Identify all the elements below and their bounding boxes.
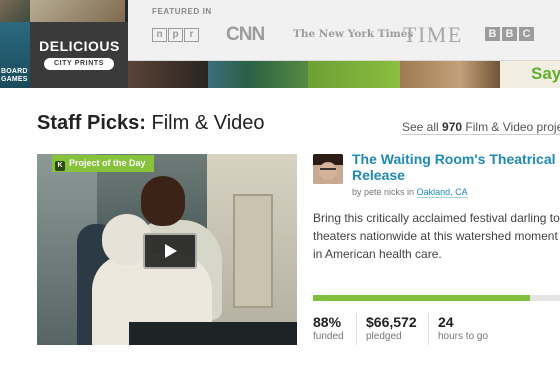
category-label: Film & Video [151,112,265,134]
bbc-logo: B B C [485,27,534,41]
delicious-title: DELICIOUS [39,38,120,54]
funding-progress-bar [313,295,560,301]
bbc-letter: B [502,27,517,41]
stat-pledged: $66,572 pledged [366,314,417,342]
hours-value: 24 [438,314,454,330]
stat-divider [428,313,429,345]
byline-prefix: by pete nicks in [352,187,415,197]
nyt-logo: The New York Times [293,28,414,40]
featured-in-label: FEATURED IN [152,7,212,16]
say-text: Say [531,64,560,83]
funding-progress-fill [313,295,531,301]
banner-tile-photo[interactable] [400,60,500,88]
location-link[interactable]: Oakland, CA [416,187,468,198]
see-all-count: 970 [442,120,463,134]
banner-tile-illustration[interactable] [308,60,400,88]
badge-label: Project of the Day [69,158,146,168]
pledged-value: $66,572 [366,314,417,330]
play-button[interactable] [143,233,197,269]
banner-tile-illustration[interactable] [208,60,308,88]
hours-label: hours to go [438,331,489,342]
play-icon [165,244,177,258]
board-text-line-1: BOARD [1,68,28,75]
kickstarter-k-icon: K [55,161,65,171]
npr-logo: n p r [152,28,199,42]
featured-banner: BOARD GAMES DELICIOUS CITY PRINTS Say FE… [0,0,560,88]
project-byline: by pete nicks in Oakland, CA [352,187,468,198]
funded-label: funded [313,331,344,342]
npr-letter: r [184,28,199,42]
see-all-link[interactable]: See all 970 Film & Video projects [402,120,560,135]
staff-picks-label: Staff Picks: [37,112,146,134]
banner-tile-photo[interactable] [128,60,208,88]
featured-in-panel: FEATURED IN n p r CNN The New York Times… [128,0,560,61]
bbc-letter: C [519,27,534,41]
banner-tile-photo[interactable] [30,0,125,22]
section-heading: Staff Picks: Film & Video [37,112,265,135]
creator-avatar[interactable] [313,154,343,184]
stat-funded: 88% funded [313,314,344,342]
banner-tile-photo[interactable] [0,0,30,22]
bbc-letter: B [485,27,500,41]
board-text-line-2: GAMES [1,76,28,83]
stat-hours-to-go: 24 hours to go [438,314,488,342]
pledged-label: pledged [366,331,402,342]
see-all-prefix: See all [402,120,439,134]
time-logo: TIME [403,22,463,47]
banner-tile-delicious-city-prints[interactable]: DELICIOUS CITY PRINTS [30,22,128,88]
funded-value: 88% [313,314,342,330]
cnn-logo: CNN [226,24,265,45]
stat-divider [356,313,357,345]
banner-tile-board-games[interactable]: BOARD GAMES [0,22,30,88]
project-description: Bring this critically acclaimed festival… [313,211,560,261]
city-prints-label: CITY PRINTS [44,58,114,70]
npr-letter: n [152,28,167,42]
banner-tile-say[interactable]: Say [500,60,560,88]
npr-letter: p [168,28,183,42]
project-title-link[interactable]: The Waiting Room's Theatrical Release [352,151,560,183]
see-all-suffix: Film & Video projects [465,120,560,134]
project-of-the-day-badge: K Project of the Day [52,155,154,172]
